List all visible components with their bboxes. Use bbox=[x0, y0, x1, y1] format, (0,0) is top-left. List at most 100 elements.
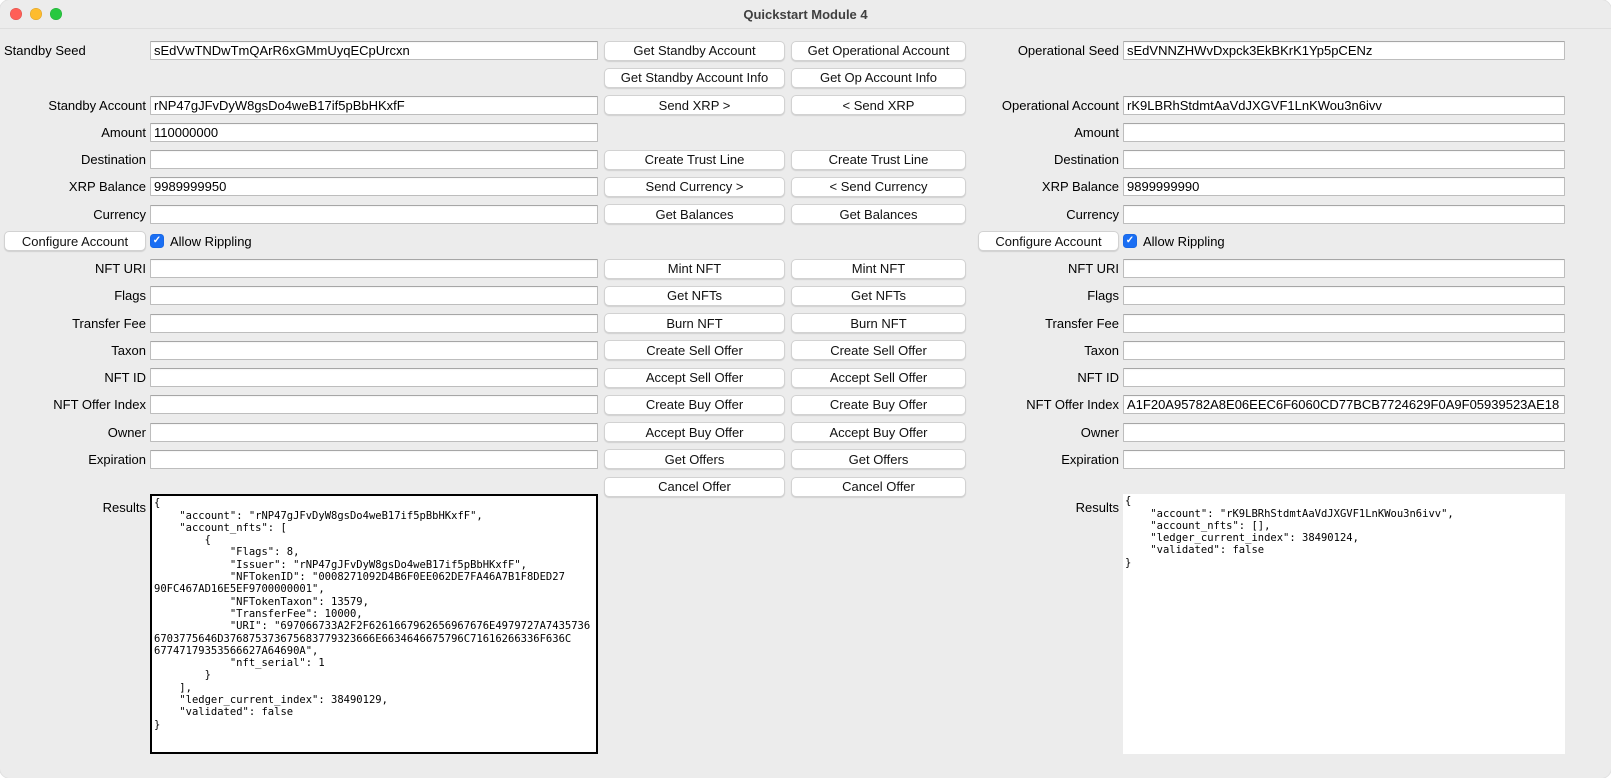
operational-send-xrp-button[interactable]: < Send XRP bbox=[791, 95, 966, 115]
standby-xrp-balance-label: XRP Balance bbox=[4, 179, 146, 194]
standby-destination-label: Destination bbox=[4, 152, 146, 167]
standby-cancel-offer-button[interactable]: Cancel Offer bbox=[604, 477, 785, 497]
standby-flags-label: Flags bbox=[4, 288, 146, 303]
operational-nft-offer-index-label: NFT Offer Index bbox=[972, 397, 1119, 412]
operational-accept-buy-offer-button[interactable]: Accept Buy Offer bbox=[791, 422, 966, 442]
standby-expiration-input[interactable] bbox=[150, 450, 598, 469]
operational-amount-input[interactable] bbox=[1123, 123, 1565, 142]
operational-nft-uri-input[interactable] bbox=[1123, 259, 1565, 278]
operational-seed-label: Operational Seed bbox=[972, 43, 1119, 58]
checkbox-check-icon: ✓ bbox=[1126, 234, 1134, 248]
operational-create-trust-line-button[interactable]: Create Trust Line bbox=[791, 150, 966, 170]
form-area: Standby Seed Get Standby Account Get Ope… bbox=[0, 29, 1611, 500]
standby-amount-input[interactable] bbox=[150, 123, 598, 142]
standby-nft-uri-input[interactable] bbox=[150, 259, 598, 278]
close-button[interactable] bbox=[10, 8, 22, 20]
operational-cancel-offer-button[interactable]: Cancel Offer bbox=[791, 477, 966, 497]
operational-transfer-fee-input[interactable] bbox=[1123, 314, 1565, 333]
app-window: Quickstart Module 4 Standby Seed Get Sta… bbox=[0, 0, 1611, 778]
operational-nft-uri-label: NFT URI bbox=[972, 261, 1119, 276]
operational-mint-nft-button[interactable]: Mint NFT bbox=[791, 259, 966, 279]
standby-send-xrp-button[interactable]: Send XRP > bbox=[604, 95, 785, 115]
operational-allow-rippling: ✓ Allow Rippling bbox=[1123, 234, 1565, 249]
operational-allow-rippling-checkbox[interactable]: ✓ bbox=[1123, 234, 1137, 248]
operational-get-balances-button[interactable]: Get Balances bbox=[791, 204, 966, 224]
operational-get-offers-button[interactable]: Get Offers bbox=[791, 449, 966, 469]
standby-taxon-label: Taxon bbox=[4, 343, 146, 358]
standby-nft-offer-index-input[interactable] bbox=[150, 395, 598, 414]
operational-xrp-balance-input[interactable] bbox=[1123, 177, 1565, 196]
titlebar: Quickstart Module 4 bbox=[0, 0, 1611, 29]
window-title: Quickstart Module 4 bbox=[0, 7, 1611, 22]
standby-account-label: Standby Account bbox=[4, 98, 146, 113]
operational-amount-label: Amount bbox=[972, 125, 1119, 140]
operational-flags-label: Flags bbox=[972, 288, 1119, 303]
operational-destination-label: Destination bbox=[972, 152, 1119, 167]
operational-destination-input[interactable] bbox=[1123, 150, 1565, 169]
standby-currency-input[interactable] bbox=[150, 205, 598, 224]
standby-allow-rippling-checkbox[interactable]: ✓ bbox=[150, 234, 164, 248]
standby-create-trust-line-button[interactable]: Create Trust Line bbox=[604, 150, 785, 170]
standby-xrp-balance-input[interactable] bbox=[150, 177, 598, 196]
standby-get-offers-button[interactable]: Get Offers bbox=[604, 449, 785, 469]
standby-mint-nft-button[interactable]: Mint NFT bbox=[604, 259, 785, 279]
standby-send-currency-button[interactable]: Send Currency > bbox=[604, 177, 785, 197]
operational-burn-nft-button[interactable]: Burn NFT bbox=[791, 313, 966, 333]
standby-get-nfts-button[interactable]: Get NFTs bbox=[604, 286, 785, 306]
standby-results-text[interactable]: { "account": "rNP47gJFvDyW8gsDo4weB17if5… bbox=[150, 494, 598, 754]
standby-get-balances-button[interactable]: Get Balances bbox=[604, 204, 785, 224]
operational-nft-offer-index-input[interactable] bbox=[1123, 395, 1565, 414]
minimize-button[interactable] bbox=[30, 8, 42, 20]
standby-allow-rippling: ✓ Allow Rippling bbox=[150, 234, 598, 249]
operational-seed-input[interactable] bbox=[1123, 41, 1565, 60]
operational-create-buy-offer-button[interactable]: Create Buy Offer bbox=[791, 395, 966, 415]
standby-create-sell-offer-button[interactable]: Create Sell Offer bbox=[604, 340, 785, 360]
standby-create-buy-offer-button[interactable]: Create Buy Offer bbox=[604, 395, 785, 415]
operational-send-currency-button[interactable]: < Send Currency bbox=[791, 177, 966, 197]
standby-owner-label: Owner bbox=[4, 425, 146, 440]
standby-destination-input[interactable] bbox=[150, 150, 598, 169]
standby-configure-account-button[interactable]: Configure Account bbox=[4, 231, 146, 251]
operational-nft-id-input[interactable] bbox=[1123, 368, 1565, 387]
standby-nft-id-input[interactable] bbox=[150, 368, 598, 387]
standby-owner-input[interactable] bbox=[150, 423, 598, 442]
standby-nft-uri-label: NFT URI bbox=[4, 261, 146, 276]
operational-flags-input[interactable] bbox=[1123, 286, 1565, 305]
standby-flags-input[interactable] bbox=[150, 286, 598, 305]
operational-get-nfts-button[interactable]: Get NFTs bbox=[791, 286, 966, 306]
standby-taxon-input[interactable] bbox=[150, 341, 598, 360]
operational-results-text[interactable]: { "account": "rK9LBRhStdmtAaVdJXGVF1LnKW… bbox=[1123, 494, 1565, 754]
standby-allow-rippling-label: Allow Rippling bbox=[170, 234, 252, 249]
operational-account-input[interactable] bbox=[1123, 96, 1565, 115]
standby-seed-input[interactable] bbox=[150, 41, 598, 60]
operational-expiration-label: Expiration bbox=[972, 452, 1119, 467]
operational-nft-id-label: NFT ID bbox=[972, 370, 1119, 385]
standby-currency-label: Currency bbox=[4, 207, 146, 222]
standby-burn-nft-button[interactable]: Burn NFT bbox=[604, 313, 785, 333]
zoom-button[interactable] bbox=[50, 8, 62, 20]
get-standby-account-info-button[interactable]: Get Standby Account Info bbox=[604, 68, 785, 88]
standby-amount-label: Amount bbox=[4, 125, 146, 140]
operational-results-label: Results bbox=[972, 500, 1119, 515]
standby-nft-offer-index-label: NFT Offer Index bbox=[4, 397, 146, 412]
standby-seed-label: Standby Seed bbox=[4, 43, 146, 58]
standby-accept-buy-offer-button[interactable]: Accept Buy Offer bbox=[604, 422, 785, 442]
operational-accept-sell-offer-button[interactable]: Accept Sell Offer bbox=[791, 368, 966, 388]
operational-transfer-fee-label: Transfer Fee bbox=[972, 316, 1119, 331]
standby-account-input[interactable] bbox=[150, 96, 598, 115]
standby-transfer-fee-input[interactable] bbox=[150, 314, 598, 333]
operational-xrp-balance-label: XRP Balance bbox=[972, 179, 1119, 194]
operational-taxon-input[interactable] bbox=[1123, 341, 1565, 360]
get-operational-account-button[interactable]: Get Operational Account bbox=[791, 41, 966, 61]
standby-accept-sell-offer-button[interactable]: Accept Sell Offer bbox=[604, 368, 785, 388]
operational-create-sell-offer-button[interactable]: Create Sell Offer bbox=[791, 340, 966, 360]
standby-results-label: Results bbox=[4, 500, 146, 515]
operational-owner-input[interactable] bbox=[1123, 423, 1565, 442]
get-standby-account-button[interactable]: Get Standby Account bbox=[604, 41, 785, 61]
operational-currency-input[interactable] bbox=[1123, 205, 1565, 224]
get-op-account-info-button[interactable]: Get Op Account Info bbox=[791, 68, 966, 88]
operational-currency-label: Currency bbox=[972, 207, 1119, 222]
operational-expiration-input[interactable] bbox=[1123, 450, 1565, 469]
operational-configure-account-button[interactable]: Configure Account bbox=[978, 231, 1119, 251]
standby-expiration-label: Expiration bbox=[4, 452, 146, 467]
